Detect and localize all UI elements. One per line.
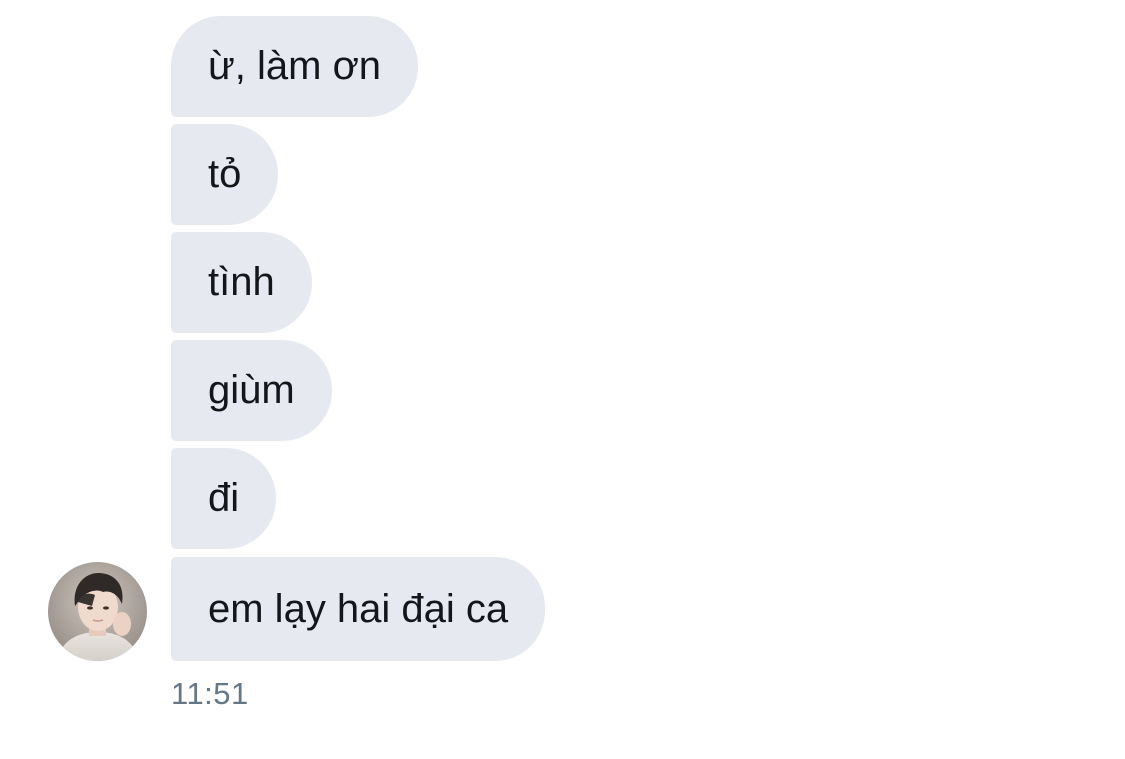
message-bubble[interactable]: tỏ — [171, 124, 279, 225]
message-bubble[interactable]: em lạy hai đại ca — [171, 557, 546, 661]
message-text: ừ, làm ơn — [208, 44, 382, 88]
message-text: giùm — [208, 368, 295, 412]
message-timestamp: 11:51 — [171, 676, 249, 711]
avatar[interactable] — [48, 562, 147, 661]
message-bubble[interactable]: tình — [171, 232, 312, 333]
message-thread: ừ, làm ơn tỏ tình giùm đi em lạy hai đại… — [0, 0, 1125, 759]
avatar-image — [48, 562, 147, 661]
message-bubble[interactable]: ừ, làm ơn — [171, 16, 419, 117]
message-bubble[interactable]: giùm — [171, 340, 332, 441]
message-bubble[interactable]: đi — [171, 448, 277, 549]
message-text: tình — [208, 260, 275, 304]
message-text: đi — [208, 476, 240, 520]
message-text: tỏ — [208, 152, 242, 196]
message-text: em lạy hai đại ca — [208, 587, 509, 631]
